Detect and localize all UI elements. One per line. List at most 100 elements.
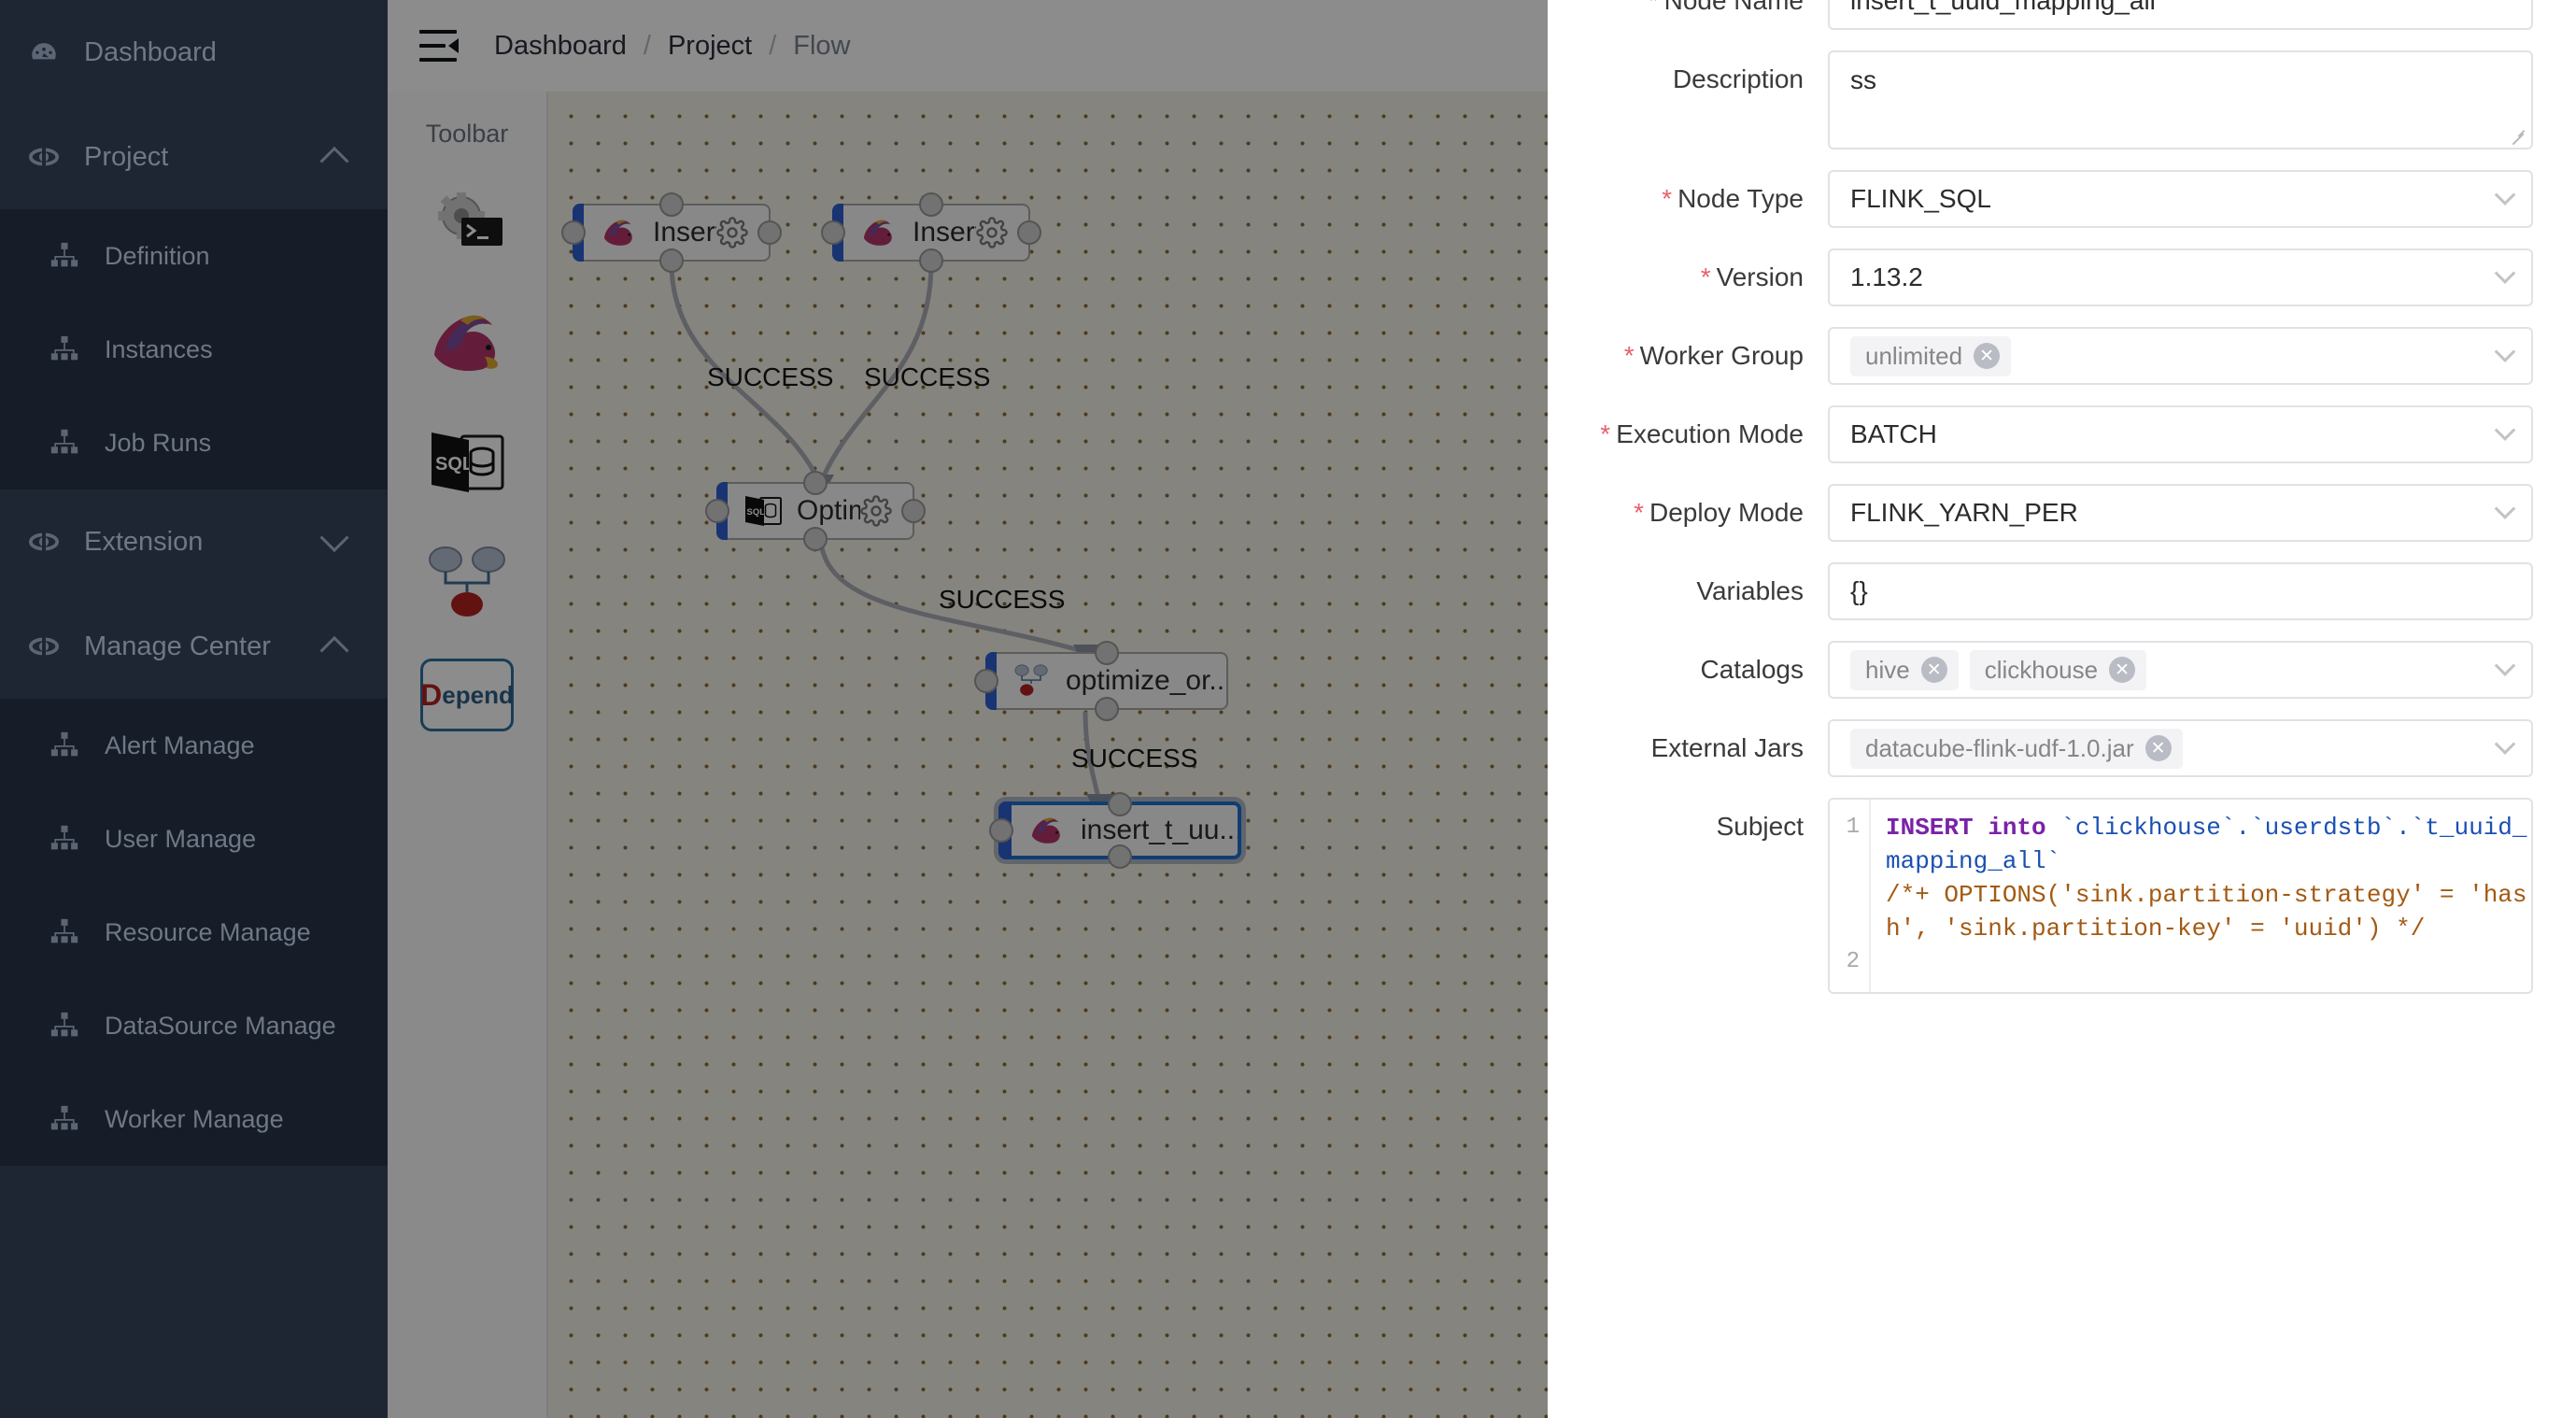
subject-code-editor[interactable]: 1 2 INSERT into `clickhouse`.`userdstb`.…	[1828, 798, 2533, 994]
node-port-left[interactable]	[989, 818, 1013, 843]
sidebar-item-project[interactable]: Project	[0, 105, 388, 209]
catalogs-select[interactable]: hive ✕ clickhouse ✕	[1828, 641, 2533, 699]
toolbar-item-shell[interactable]	[388, 180, 546, 266]
flow-node[interactable]: insert_t_uu...	[989, 792, 1241, 869]
flow-canvas[interactable]: Insert_t_us... Insert_t_us...	[548, 92, 1548, 1418]
node-port-left[interactable]	[705, 499, 729, 523]
gear-icon[interactable]	[860, 495, 892, 527]
sidebar-item-job-runs[interactable]: Job Runs	[0, 396, 388, 489]
conditions-task-icon	[424, 539, 510, 625]
sidebar-item-resource-manage[interactable]: Resource Manage	[0, 886, 388, 979]
deploy-mode-select[interactable]: FLINK_YARN_PER	[1828, 484, 2533, 542]
node-port-top[interactable]	[1108, 792, 1132, 816]
sidebar-item-alert-manage[interactable]: Alert Manage	[0, 699, 388, 792]
sidebar-item-worker-manage[interactable]: Worker Manage	[0, 1072, 388, 1166]
tag-label: clickhouse	[1984, 655, 2099, 684]
tag-chip: hive ✕	[1850, 649, 1959, 690]
sidebar-item-definition[interactable]: Definition	[0, 209, 388, 303]
sidebar-item-label: Alert Manage	[105, 730, 255, 759]
node-port-left[interactable]	[821, 220, 845, 245]
chevron-down-icon	[2494, 341, 2516, 362]
depend-rest: epend	[442, 680, 514, 709]
node-port-right[interactable]	[1017, 220, 1041, 245]
flow-toolbar: Toolbar SQL D epend	[388, 92, 548, 1418]
node-port-bottom[interactable]	[1108, 844, 1132, 869]
close-icon[interactable]: ✕	[1920, 657, 1947, 683]
node-port-top[interactable]	[803, 471, 828, 495]
sidebar-item-dashboard[interactable]: Dashboard	[0, 0, 388, 105]
node-label: Insert_t_us...	[913, 217, 976, 248]
sidebar-item-label: Definition	[105, 241, 210, 270]
node-port-right[interactable]	[901, 499, 926, 523]
required-marker: *	[1700, 262, 1711, 291]
version-select[interactable]: 1.13.2	[1828, 248, 2533, 306]
chevron-up-icon[interactable]	[319, 635, 349, 665]
chevron-up-icon[interactable]	[319, 146, 349, 176]
sidebar-item-manage-center[interactable]: Manage Center	[0, 594, 388, 699]
node-port-bottom[interactable]	[919, 248, 943, 273]
hamburger-collapse-icon[interactable]	[419, 30, 459, 62]
execution-mode-select[interactable]: BATCH	[1828, 405, 2533, 463]
toolbar-item-conditions[interactable]	[388, 539, 546, 625]
description-textarea[interactable]: ss	[1828, 50, 2533, 149]
resize-grip-icon[interactable]	[2511, 128, 2526, 143]
gear-icon[interactable]	[716, 217, 748, 248]
flow-node[interactable]: optimize_or...	[974, 641, 1228, 721]
flow-workarea: Toolbar SQL D epend Inser Inser SQL Opti…	[388, 92, 1548, 1418]
toolbar-item-sql[interactable]: SQL	[388, 419, 546, 505]
execution-mode-value: BATCH	[1850, 419, 1937, 448]
form-row-catalogs: Catalogs hive ✕ clickhouse ✕	[1548, 641, 2576, 699]
label-subject: Subject	[1716, 812, 1804, 841]
node-port-bottom[interactable]	[1095, 697, 1119, 721]
node-port-right[interactable]	[757, 220, 782, 245]
required-marker: *	[1623, 341, 1635, 370]
flink-icon	[858, 212, 899, 253]
sidebar-item-datasource-manage[interactable]: DataSource Manage	[0, 979, 388, 1072]
node-port-bottom[interactable]	[803, 527, 828, 551]
flow-node[interactable]: SQL Optimize_uu...	[705, 471, 926, 551]
sitemap-icon	[49, 427, 88, 459]
sidebar-item-user-manage[interactable]: User Manage	[0, 792, 388, 886]
breadcrumb-item-dashboard[interactable]: Dashboard	[494, 31, 627, 62]
close-icon[interactable]: ✕	[2109, 657, 2136, 683]
node-port-left[interactable]	[974, 669, 998, 693]
breadcrumb-item-project[interactable]: Project	[668, 31, 752, 62]
toolbar-item-flink[interactable]	[388, 300, 546, 386]
flow-edges	[669, 262, 1112, 818]
line-number: 2	[1846, 949, 1860, 974]
node-name-input[interactable]: insert_t_uuid_mapping_all	[1828, 0, 2533, 30]
depend-task-icon: Depend	[420, 659, 514, 731]
sitemap-icon	[49, 333, 88, 365]
close-icon[interactable]: ✕	[1974, 343, 2001, 369]
form-row-worker-group: * Worker Group unlimited ✕	[1548, 327, 2576, 385]
code-body[interactable]: INSERT into `clickhouse`.`userdstb`.`t_u…	[1871, 800, 2531, 992]
depend-initial: D	[420, 677, 443, 712]
edge-label: SUCCESS	[707, 362, 834, 391]
flow-node[interactable]: Insert_t_us...	[561, 192, 782, 273]
node-port-top[interactable]	[1095, 641, 1119, 665]
form-row-external-jars: External Jars datacube-flink-udf-1.0.jar…	[1548, 719, 2576, 777]
node-port-bottom[interactable]	[659, 248, 684, 273]
variables-input[interactable]: {}	[1828, 562, 2533, 620]
chevron-down-icon	[2494, 498, 2516, 519]
node-port-left[interactable]	[561, 220, 586, 245]
worker-group-select[interactable]: unlimited ✕	[1828, 327, 2533, 385]
node-name-value: insert_t_uuid_mapping_all	[1850, 0, 2156, 15]
chevron-down-icon[interactable]	[319, 523, 349, 553]
chevron-down-icon	[2494, 419, 2516, 441]
node-port-top[interactable]	[659, 192, 684, 217]
node-type-select[interactable]: FLINK_SQL	[1828, 170, 2533, 228]
gear-icon[interactable]	[976, 217, 1008, 248]
form-row-execution-mode: * Execution Mode BATCH	[1548, 405, 2576, 463]
sitemap-icon	[49, 916, 88, 948]
tag-label: unlimited	[1865, 341, 1963, 370]
version-value: 1.13.2	[1850, 262, 1923, 291]
external-jars-select[interactable]: datacube-flink-udf-1.0.jar ✕	[1828, 719, 2533, 777]
close-icon[interactable]: ✕	[2144, 735, 2172, 761]
toolbar-item-depend[interactable]: Depend	[388, 659, 546, 731]
node-port-top[interactable]	[919, 192, 943, 217]
sidebar-item-instances[interactable]: Instances	[0, 303, 388, 396]
flow-node[interactable]: Insert_t_us...	[821, 192, 1041, 273]
sidebar-item-extension[interactable]: Extension	[0, 489, 388, 594]
node-label: optimize_or...	[1066, 665, 1226, 696]
